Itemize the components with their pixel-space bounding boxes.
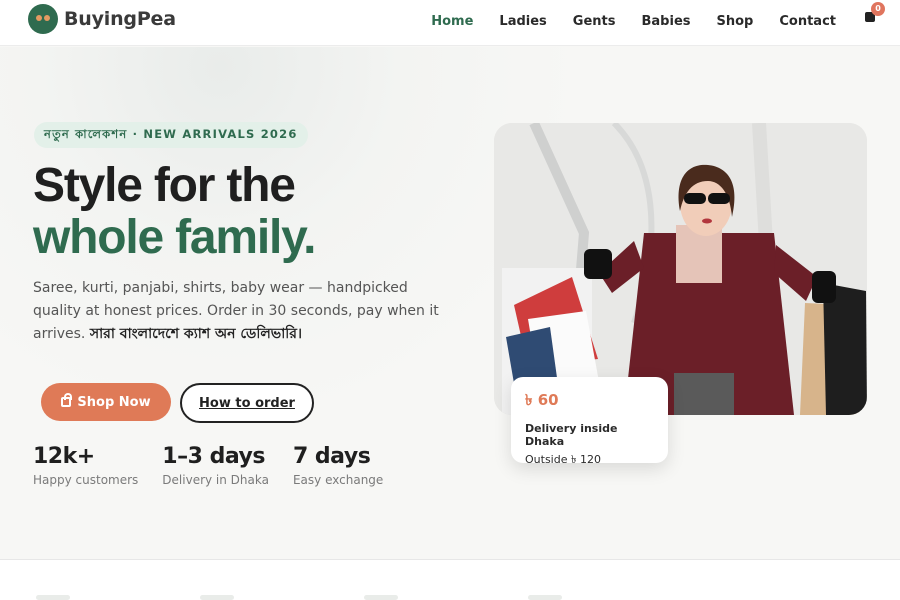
stat-label: Happy customers <box>33 473 139 487</box>
delivery-price-card: ৳ 60 Delivery inside Dhaka Outside ৳ 120 <box>511 377 668 466</box>
stat-value: 12k+ <box>33 444 95 469</box>
shopping-woman-illustration <box>494 123 867 415</box>
nav-shop[interactable]: Shop <box>717 14 754 29</box>
brand-logo[interactable]: BuyingPea <box>28 4 176 34</box>
stat-label: Easy exchange <box>292 473 384 487</box>
how-to-order-button[interactable]: How to order <box>180 383 314 423</box>
hero-model-photo <box>494 123 867 415</box>
nav-ladies[interactable]: Ladies <box>499 14 546 29</box>
main-nav: Home Ladies Gents Babies Shop Contact <box>431 14 836 29</box>
delivery-price: ৳ 60 <box>525 391 559 409</box>
stat-value: 1–3 days <box>162 444 265 469</box>
hero-description-bn: সারা বাংলাদেশে ক্যাশ অন ডেলিভারি। <box>89 326 302 342</box>
shop-now-button[interactable]: Shop Now <box>41 383 171 421</box>
nav-home[interactable]: Home <box>431 14 473 29</box>
shop-now-label: Shop Now <box>77 394 151 410</box>
logo-icon <box>28 4 58 34</box>
stat-delivery: 1–3 days Delivery in Dhaka <box>162 444 269 487</box>
stat-value: 7 days <box>292 444 371 469</box>
hero-headline-line1: Style for the <box>33 159 296 212</box>
shopping-bag-icon <box>61 393 73 407</box>
placeholder-bar <box>200 595 234 600</box>
new-arrivals-pill: নতুন কালেকশন · NEW ARRIVALS 2026 <box>34 122 308 148</box>
placeholder-bar <box>528 595 562 600</box>
nav-contact[interactable]: Contact <box>779 14 836 29</box>
stat-label: Delivery in Dhaka <box>162 473 269 487</box>
brand-name: BuyingPea <box>64 8 176 30</box>
nav-babies[interactable]: Babies <box>642 14 691 29</box>
cart-button[interactable]: 0 <box>865 2 885 22</box>
stats-row: 12k+ Happy customers 1–3 days Delivery i… <box>33 444 383 487</box>
delivery-outside-dhaka: Outside ৳ 120 <box>525 453 601 466</box>
placeholder-bar <box>364 595 398 600</box>
site-header: BuyingPea Home Ladies Gents Babies Shop … <box>0 0 900 46</box>
next-section-placeholder <box>36 595 562 600</box>
placeholder-bar <box>36 595 70 600</box>
cart-count-badge: 0 <box>871 2 885 16</box>
nav-gents[interactable]: Gents <box>573 14 616 29</box>
section-divider <box>0 559 900 600</box>
hero-headline: Style for the whole family. <box>33 159 316 264</box>
delivery-inside-dhaka: Delivery inside Dhaka <box>525 422 618 448</box>
hero-description: Saree, kurti, panjabi, shirts, baby wear… <box>33 277 443 346</box>
stat-customers: 12k+ Happy customers <box>33 444 138 487</box>
stat-exchange: 7 days Easy exchange <box>293 444 383 487</box>
hero-headline-line2: whole family. <box>33 211 316 264</box>
